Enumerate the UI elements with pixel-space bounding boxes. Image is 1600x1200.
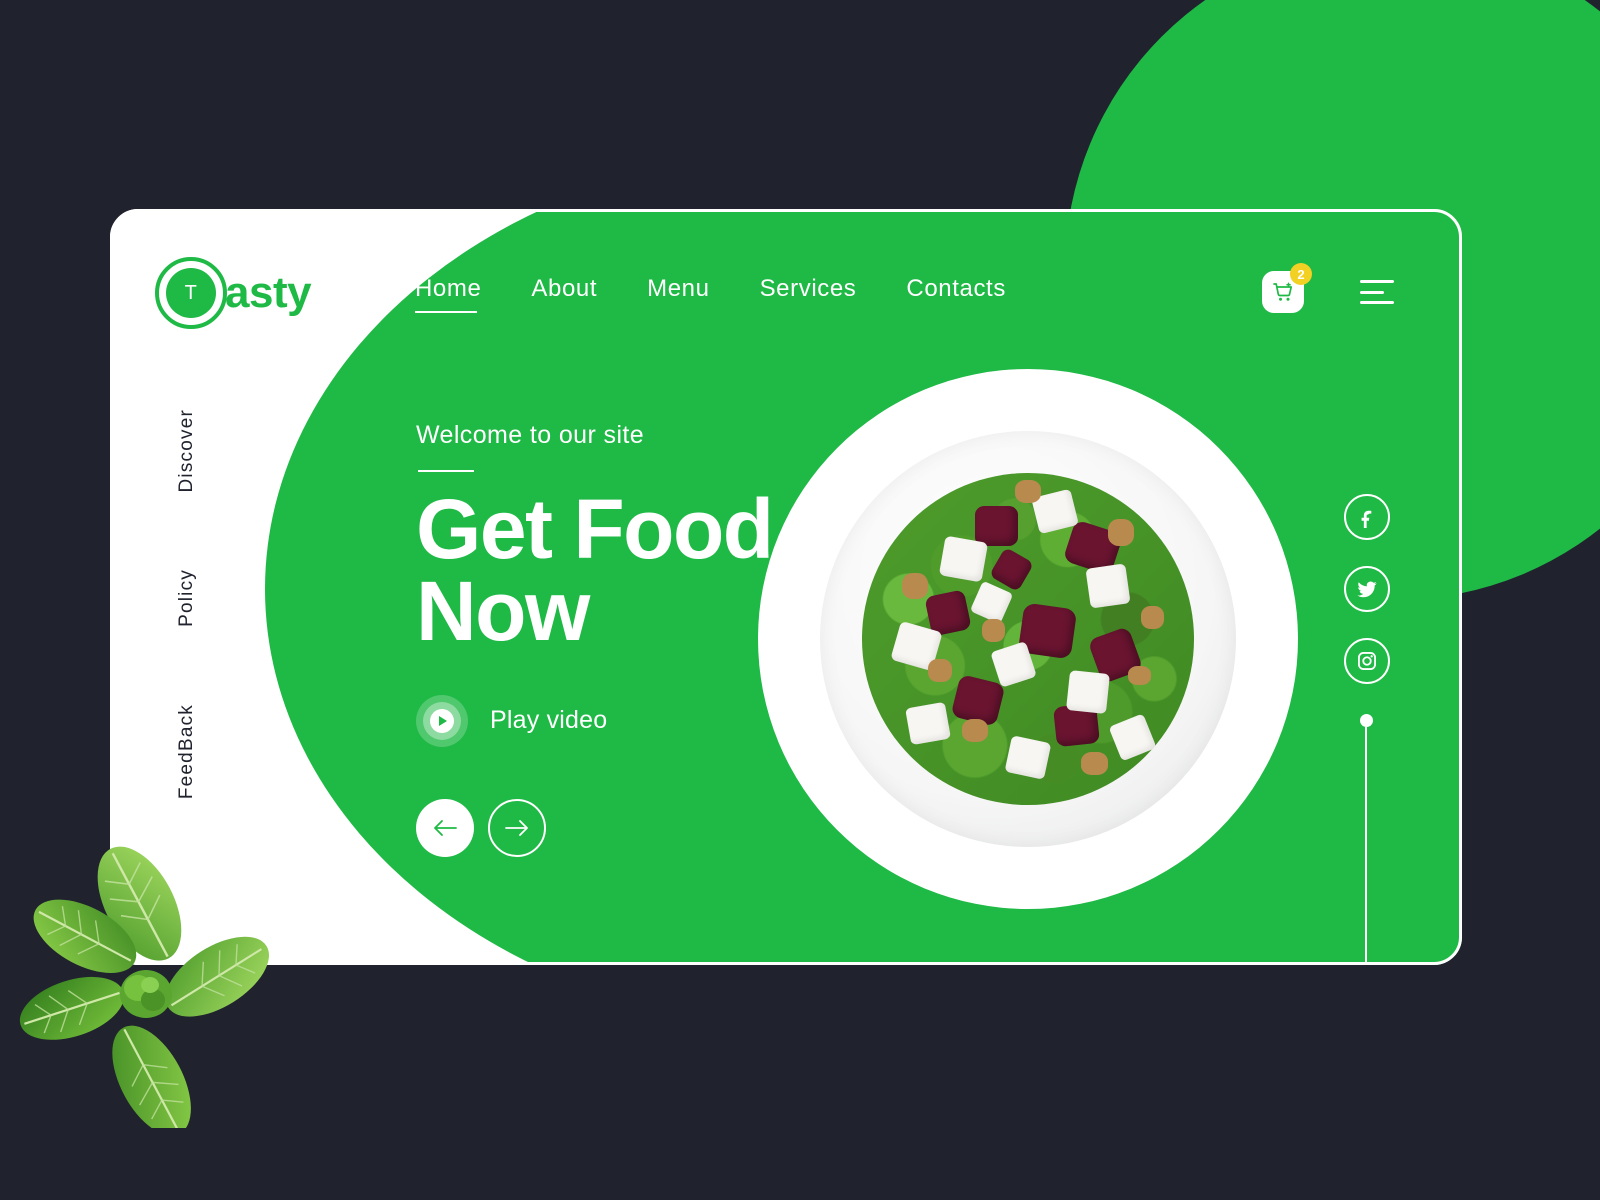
hero-title-line-1: Get Food <box>416 482 774 576</box>
nav-item-contacts[interactable]: Contacts <box>906 275 1006 313</box>
site-header: T asty Home About Menu Services Contacts <box>110 209 1462 379</box>
play-video-button[interactable]: Play video <box>416 694 608 747</box>
facebook-icon <box>1361 510 1372 528</box>
nav-item-home[interactable]: Home <box>415 275 481 313</box>
social-links <box>1344 494 1390 684</box>
play-icon-core <box>430 708 454 733</box>
nav-item-services[interactable]: Services <box>760 275 857 313</box>
logo-letter: T <box>166 268 216 318</box>
twitter-icon <box>1357 581 1377 598</box>
social-link-twitter[interactable] <box>1344 566 1390 612</box>
left-vertical-rail: Discover Policy FeedBack <box>162 409 212 799</box>
logo-wordmark: asty <box>225 268 312 317</box>
social-link-facebook[interactable] <box>1344 494 1390 540</box>
arrow-left-icon <box>434 819 457 836</box>
salad-greens <box>862 473 1194 805</box>
rail-item-policy[interactable]: Policy <box>176 569 198 627</box>
scroll-indicator-line <box>1365 727 1367 965</box>
play-video-label: Play video <box>490 706 608 735</box>
hamburger-menu-icon[interactable] <box>1360 280 1394 304</box>
cart-button[interactable]: 2 <box>1262 263 1312 313</box>
main-nav: Home About Menu Services Contacts <box>415 275 1006 313</box>
instagram-icon <box>1358 652 1376 670</box>
hamburger-bar-1 <box>1360 280 1394 283</box>
play-icon <box>416 694 468 747</box>
logo-ring-icon: T <box>155 257 227 329</box>
hero-divider <box>418 470 474 472</box>
nav-item-about[interactable]: About <box>531 275 597 313</box>
hamburger-bar-3 <box>1360 301 1394 304</box>
social-link-instagram[interactable] <box>1344 638 1390 684</box>
carousel-prev-button[interactable] <box>416 798 474 857</box>
cart-badge-count: 2 <box>1290 263 1312 285</box>
scroll-indicator[interactable] <box>1359 714 1373 965</box>
play-triangle <box>439 715 447 726</box>
brand-logo[interactable]: T asty <box>155 257 312 329</box>
hero-dish-image <box>758 369 1298 909</box>
scroll-indicator-dot <box>1359 714 1373 727</box>
salad-bowl <box>820 431 1236 847</box>
hero-card: T asty Home About Menu Services Contacts <box>110 209 1462 965</box>
hamburger-bar-2 <box>1360 290 1384 294</box>
page-root: T asty Home About Menu Services Contacts <box>0 0 1600 1200</box>
rail-item-discover[interactable]: Discover <box>176 409 198 493</box>
nav-item-menu[interactable]: Menu <box>647 275 709 313</box>
play-icon-ring <box>423 701 461 740</box>
rail-item-feedback[interactable]: FeedBack <box>176 704 198 799</box>
hero-title-line-2: Now <box>416 564 590 659</box>
shopping-cart-icon <box>1273 282 1293 301</box>
header-actions: 2 <box>1262 263 1394 313</box>
arrow-right-icon <box>505 819 528 836</box>
carousel-next-button[interactable] <box>488 798 546 857</box>
